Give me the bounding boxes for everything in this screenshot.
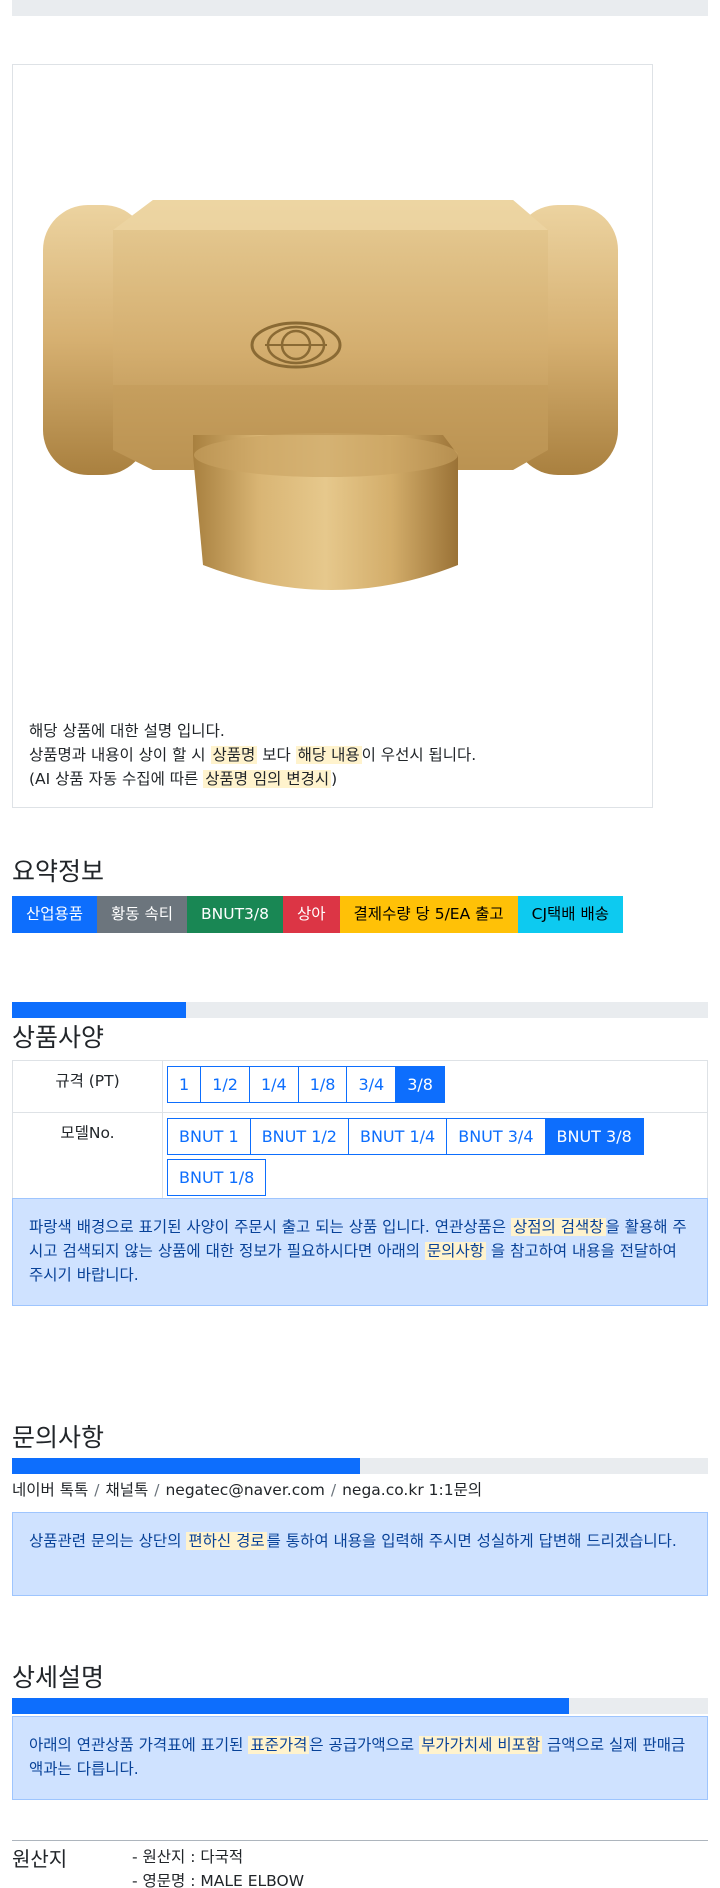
badge-quantity: 결제수량 당 5/EA 출고 xyxy=(339,896,518,933)
spec-title: 상품사양 xyxy=(12,1023,105,1052)
link-channel-talk[interactable]: 채널톡 xyxy=(105,1481,148,1499)
notice-text: 은 공급가액으로 xyxy=(309,1736,420,1754)
size-option-1[interactable]: 1/2 xyxy=(200,1066,250,1103)
origin-english-name: - 영문명 : MALE ELBOW xyxy=(132,1872,305,1888)
product-description: 해당 상품에 대한 설명 입니다. 상품명과 내용이 상이 할 시 상품명 보다… xyxy=(29,719,476,791)
origin-title: 원산지 xyxy=(12,1847,68,1871)
size-option-group: 1 1/2 1/4 1/8 3/4 3/8 xyxy=(167,1066,707,1107)
badge-category: 산업용품 xyxy=(12,896,98,933)
inquiry-progress-bar xyxy=(12,1458,708,1474)
inquiry-notice: 상품관련 문의는 상단의 편하신 경로 를 통하여 내용을 입력해 주시면 성실하… xyxy=(12,1512,708,1596)
link-email[interactable]: negatec@naver.com xyxy=(165,1481,324,1499)
summary-title: 요약정보 xyxy=(12,857,105,886)
detail-title: 상세설명 xyxy=(12,1663,105,1692)
highlight-product-name: 상품명 xyxy=(210,746,258,764)
model-option-group: BNUT 1 BNUT 1/2 BNUT 1/4 BNUT 3/4 BNUT 3/8 BN… xyxy=(167,1118,707,1200)
spec-progress-fill xyxy=(12,1002,186,1018)
desc-line-1: 해당 상품에 대한 설명 입니다. xyxy=(29,722,225,740)
inquiry-progress-fill xyxy=(12,1458,360,1474)
origin-section: 원산지 - 원산지 : 다국적 - 영문명 : MALE ELBOW xyxy=(12,1840,708,1888)
spec-options-model: BNUT 1 BNUT 1/2 BNUT 1/4 BNUT 3/4 BNUT 3/8 BN… xyxy=(162,1112,708,1206)
desc-text: ) xyxy=(331,770,338,788)
origin-country: - 원산지 : 다국적 xyxy=(132,1848,244,1866)
link-one-on-one[interactable]: nega.co.kr 1:1문의 xyxy=(342,1481,482,1499)
desc-text: (AI 상품 자동 수집에 따른 xyxy=(29,770,204,788)
link-naver-talk[interactable]: 네이버 톡톡 xyxy=(12,1481,88,1499)
notice-text: 상품관련 문의는 상단의 xyxy=(29,1532,187,1550)
summary-badges: 산업용품 황동 속티 BNUT3/8 상아 결제수량 당 5/EA 출고 CJ택… xyxy=(12,896,624,933)
model-option-3[interactable]: BNUT 3/4 xyxy=(446,1118,546,1155)
spec-options-size: 1 1/2 1/4 1/8 3/4 3/8 xyxy=(162,1060,708,1113)
inquiry-title: 문의사항 xyxy=(12,1423,105,1452)
origin-list: - 원산지 : 다국적 - 영문명 : MALE ELBOW xyxy=(132,1845,304,1888)
spec-progress-bar xyxy=(12,1002,708,1018)
model-option-5[interactable]: BNUT 1/8 xyxy=(167,1159,267,1196)
product-image xyxy=(43,200,618,590)
desc-text: 이 우선시 됩니다. xyxy=(361,746,477,764)
size-option-2[interactable]: 1/4 xyxy=(248,1066,299,1103)
size-option-4[interactable]: 3/4 xyxy=(346,1066,397,1103)
badge-condition: 상아 xyxy=(283,896,340,933)
badge-model: BNUT3/8 xyxy=(187,896,284,933)
separator: / xyxy=(94,1481,100,1499)
spec-table: 규격 (PT) 1 1/2 1/4 1/8 3/4 3/8 모델No. BNUT 1 BNU… xyxy=(12,1060,708,1206)
model-option-0[interactable]: BNUT 1 xyxy=(167,1118,251,1155)
spec-notice: 파랑색 배경으로 표기된 사양이 주문시 출고 되는 상품 입니다. 연관상품은… xyxy=(12,1198,708,1306)
detail-progress-bar xyxy=(12,1698,708,1714)
model-option-1[interactable]: BNUT 1/2 xyxy=(249,1118,349,1155)
separator: / xyxy=(330,1481,337,1499)
spec-row-model: 모델No. BNUT 1 BNUT 1/2 BNUT 1/4 BNUT 3/4 BNUT… xyxy=(12,1112,708,1206)
notice-text: 를 통하여 내용을 입력해 주시면 성실하게 답변해 드리겠습니다. xyxy=(266,1532,677,1550)
highlight-inquiry: 문의사항 xyxy=(424,1242,486,1260)
notice-text: 아래의 연관상품 가격표에 표기된 xyxy=(29,1736,249,1754)
top-divider-bar xyxy=(12,0,708,16)
desc-line-3: (AI 상품 자동 수집에 따른 상품명 임의 변경시) xyxy=(29,767,476,791)
detail-progress-fill xyxy=(12,1698,569,1714)
badge-shipping: CJ택배 배송 xyxy=(517,896,624,933)
desc-text: 보다 xyxy=(257,746,296,764)
highlight-search: 상점의 검색창 xyxy=(511,1218,606,1236)
highlight-name-change: 상품명 임의 변경시 xyxy=(203,770,332,788)
separator: / xyxy=(154,1481,160,1499)
notice-text: 파랑색 배경으로 표기된 사양이 주문시 출고 되는 상품 입니다. 연관상품은 xyxy=(29,1218,511,1236)
desc-text: 상품명과 내용이 상이 할 시 xyxy=(29,746,211,764)
model-option-2[interactable]: BNUT 1/4 xyxy=(347,1118,448,1155)
highlight-vat: 부가가치세 비포함 xyxy=(419,1736,543,1754)
desc-line-2: 상품명과 내용이 상이 할 시 상품명 보다 해당 내용 이 우선시 됩니다. xyxy=(29,743,476,767)
inquiry-links: 네이버 톡톡 / 채널톡 / negatec@naver.com / nega.co.kr … xyxy=(12,1478,482,1500)
spec-label-model: 모델No. xyxy=(12,1112,163,1206)
highlight-standard-price: 표준가격 xyxy=(248,1736,310,1754)
highlight-content: 해당 내용 xyxy=(295,746,362,764)
spec-row-size: 규격 (PT) 1 1/2 1/4 1/8 3/4 3/8 xyxy=(12,1060,708,1113)
spec-label-size: 규격 (PT) xyxy=(12,1060,163,1113)
detail-notice: 아래의 연관상품 가격표에 표기된 표준가격 은 공급가액으로 부가가치세 비포함… xyxy=(12,1716,708,1800)
product-card: 해당 상품에 대한 설명 입니다. 상품명과 내용이 상이 할 시 상품명 보다… xyxy=(12,64,653,808)
size-option-5[interactable]: 3/8 xyxy=(395,1066,445,1103)
highlight-route: 편하신 경로 xyxy=(186,1532,267,1550)
size-option-3[interactable]: 1/8 xyxy=(297,1066,348,1103)
model-option-4[interactable]: BNUT 3/8 xyxy=(544,1118,644,1155)
size-option-0[interactable]: 1 xyxy=(167,1066,202,1103)
badge-product-type: 황동 속티 xyxy=(97,896,188,933)
